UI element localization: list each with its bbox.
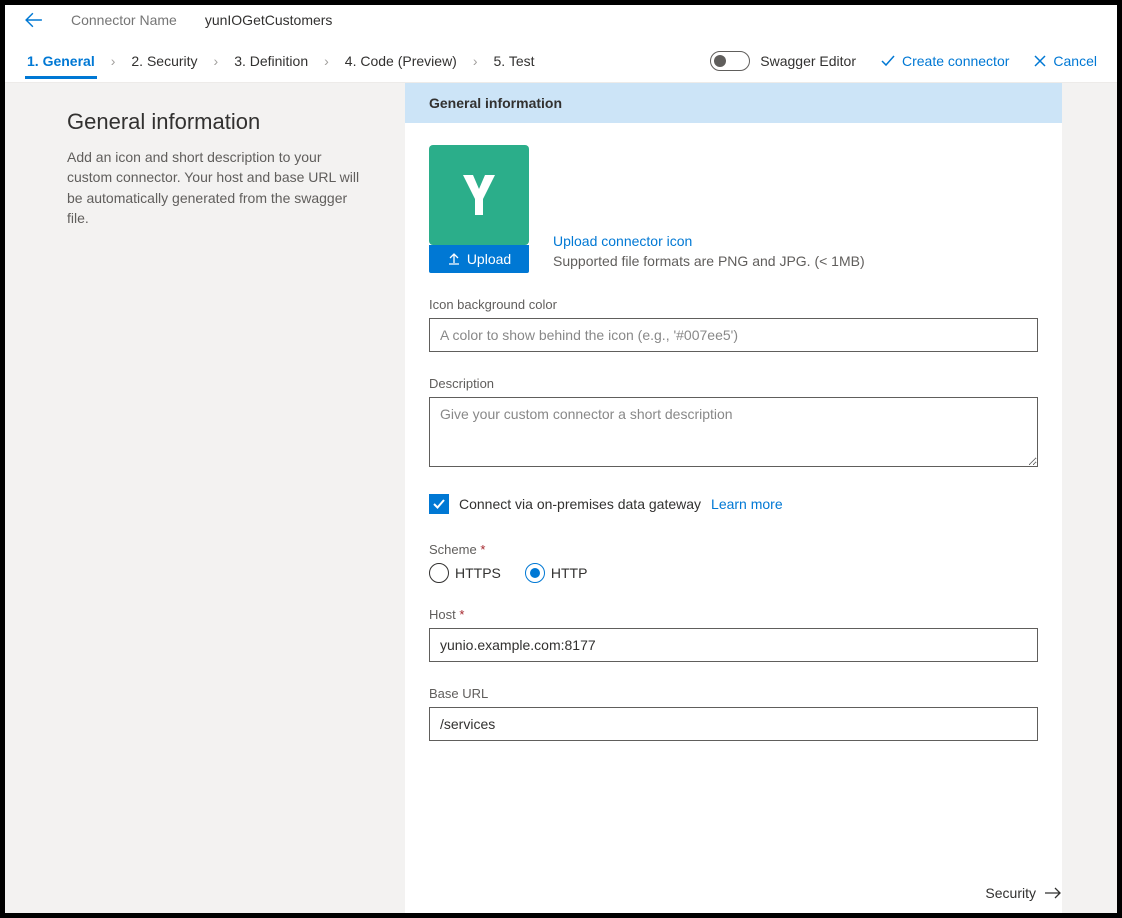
tab-security[interactable]: 2. Security (129, 43, 199, 79)
connector-logo-icon (451, 167, 507, 223)
tab-test[interactable]: 5. Test (492, 43, 537, 79)
scheme-radio-http[interactable]: HTTP (525, 563, 588, 583)
swagger-editor-label: Swagger Editor (760, 53, 856, 69)
create-connector-button[interactable]: Create connector (880, 53, 1009, 69)
sidebar-title: General information (67, 109, 365, 135)
icon-bg-input[interactable] (429, 318, 1038, 352)
sidebar-description: Add an icon and short description to you… (67, 147, 365, 228)
chevron-right-icon: › (214, 53, 219, 69)
wizard-tabs: 1. General › 2. Security › 3. Definition… (25, 43, 537, 79)
host-input[interactable] (429, 628, 1038, 662)
icon-bg-label: Icon background color (429, 297, 1038, 312)
arrow-right-icon (1044, 886, 1062, 900)
tab-definition[interactable]: 3. Definition (232, 43, 310, 79)
swagger-editor-toggle[interactable]: Swagger Editor (710, 51, 856, 71)
chevron-right-icon: › (111, 53, 116, 69)
gateway-label: Connect via on-premises data gateway (459, 496, 701, 512)
chevron-right-icon: › (473, 53, 478, 69)
base-url-label: Base URL (429, 686, 1038, 701)
host-label: Host * (429, 607, 1038, 622)
next-step-button[interactable]: Security (985, 885, 1062, 901)
checkmark-icon (880, 53, 896, 69)
upload-button[interactable]: Upload (429, 245, 529, 273)
connector-name-value: yunIOGetCustomers (205, 12, 333, 28)
tab-general[interactable]: 1. General (25, 43, 97, 79)
cancel-button[interactable]: Cancel (1033, 53, 1097, 69)
panel-header: General information (405, 83, 1062, 123)
supported-formats-text: Supported file formats are PNG and JPG. … (553, 253, 865, 269)
chevron-right-icon: › (324, 53, 329, 69)
gateway-learn-more-link[interactable]: Learn more (711, 496, 783, 512)
checkmark-icon (432, 497, 446, 511)
upload-icon (447, 252, 461, 266)
tab-code[interactable]: 4. Code (Preview) (343, 43, 459, 79)
upload-icon-link[interactable]: Upload connector icon (553, 233, 865, 249)
description-input[interactable] (429, 397, 1038, 467)
back-arrow-icon[interactable] (25, 11, 43, 29)
close-icon (1033, 54, 1047, 68)
connector-name-label: Connector Name (71, 12, 177, 28)
scheme-label: Scheme * (429, 542, 1038, 557)
base-url-input[interactable] (429, 707, 1038, 741)
description-label: Description (429, 376, 1038, 391)
scheme-radio-https[interactable]: HTTPS (429, 563, 501, 583)
gateway-checkbox[interactable] (429, 494, 449, 514)
connector-icon-preview (429, 145, 529, 245)
